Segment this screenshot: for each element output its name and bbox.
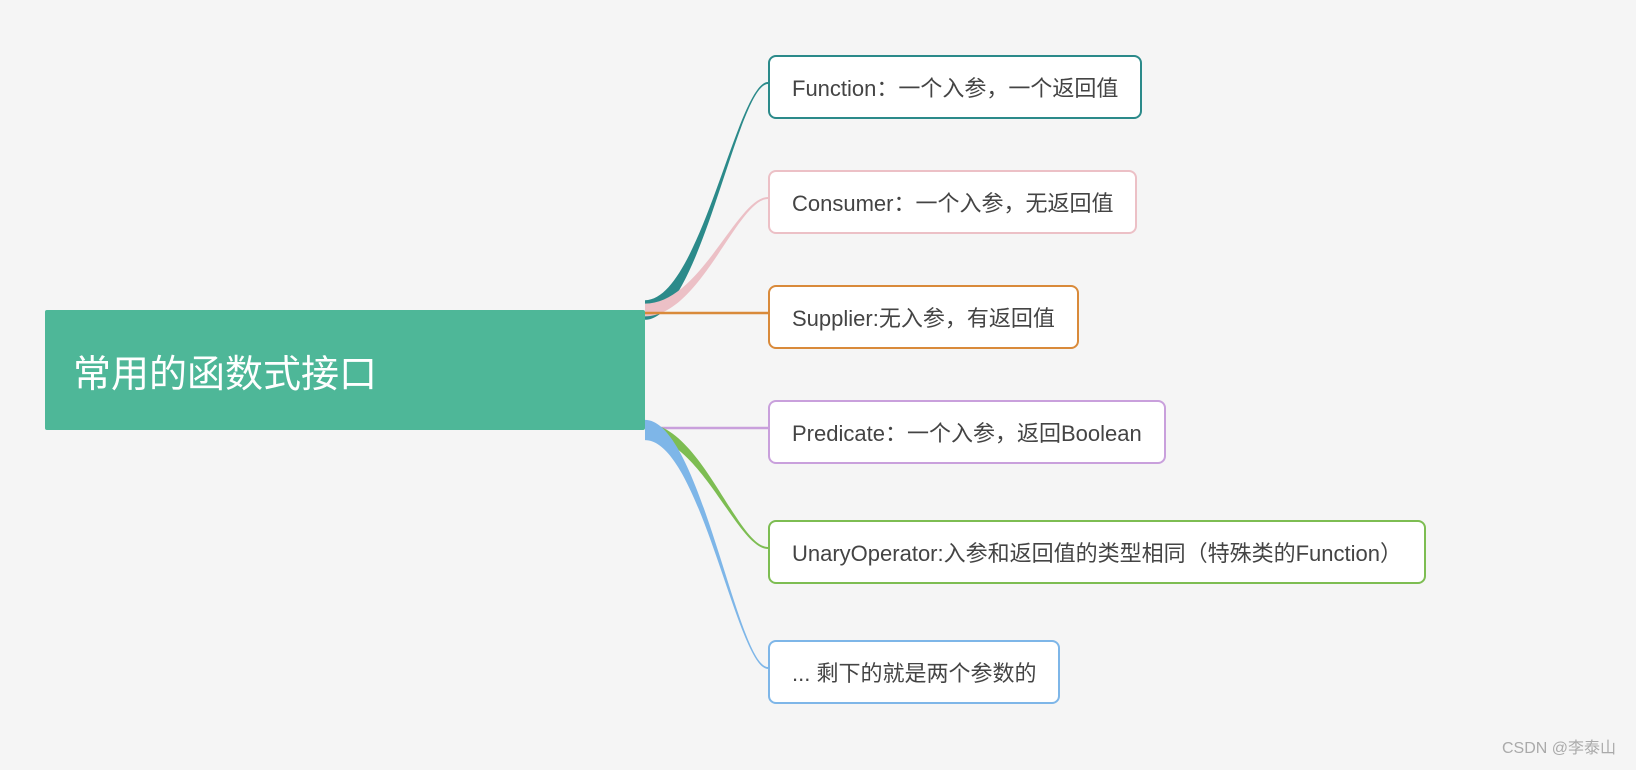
watermark: CSDN @李泰山 — [1502, 734, 1616, 758]
mindmap-canvas: 常用的函数式接口 CSDN @李泰山 Function：一个入参，一个返回值 Co… — [0, 0, 1636, 770]
leaf-label: Function：一个入参，一个返回值 — [792, 76, 1118, 101]
leaf-label: UnaryOperator:入参和返回值的类型相同（特殊类的Function） — [792, 541, 1402, 566]
leaf-node[interactable]: UnaryOperator:入参和返回值的类型相同（特殊类的Function） — [768, 520, 1426, 584]
leaf-node[interactable]: Function：一个入参，一个返回值 — [768, 55, 1142, 119]
root-node[interactable]: 常用的函数式接口 — [45, 310, 645, 430]
connector — [645, 420, 768, 669]
leaf-node[interactable]: ... 剩下的就是两个参数的 — [768, 640, 1060, 704]
root-label: 常用的函数式接口 — [73, 343, 377, 398]
connector — [645, 82, 768, 320]
connector — [645, 197, 768, 316]
leaf-node[interactable]: Supplier:无入参，有返回值 — [768, 285, 1079, 349]
leaf-node[interactable]: Predicate：一个入参，返回Boolean — [768, 400, 1166, 464]
leaf-label: Predicate：一个入参，返回Boolean — [792, 421, 1142, 446]
leaf-label: Consumer：一个入参，无返回值 — [792, 191, 1113, 216]
leaf-node[interactable]: Consumer：一个入参，无返回值 — [768, 170, 1137, 234]
leaf-label: Supplier:无入参，有返回值 — [792, 306, 1055, 331]
leaf-label: ... 剩下的就是两个参数的 — [792, 661, 1036, 686]
connector — [645, 423, 768, 549]
